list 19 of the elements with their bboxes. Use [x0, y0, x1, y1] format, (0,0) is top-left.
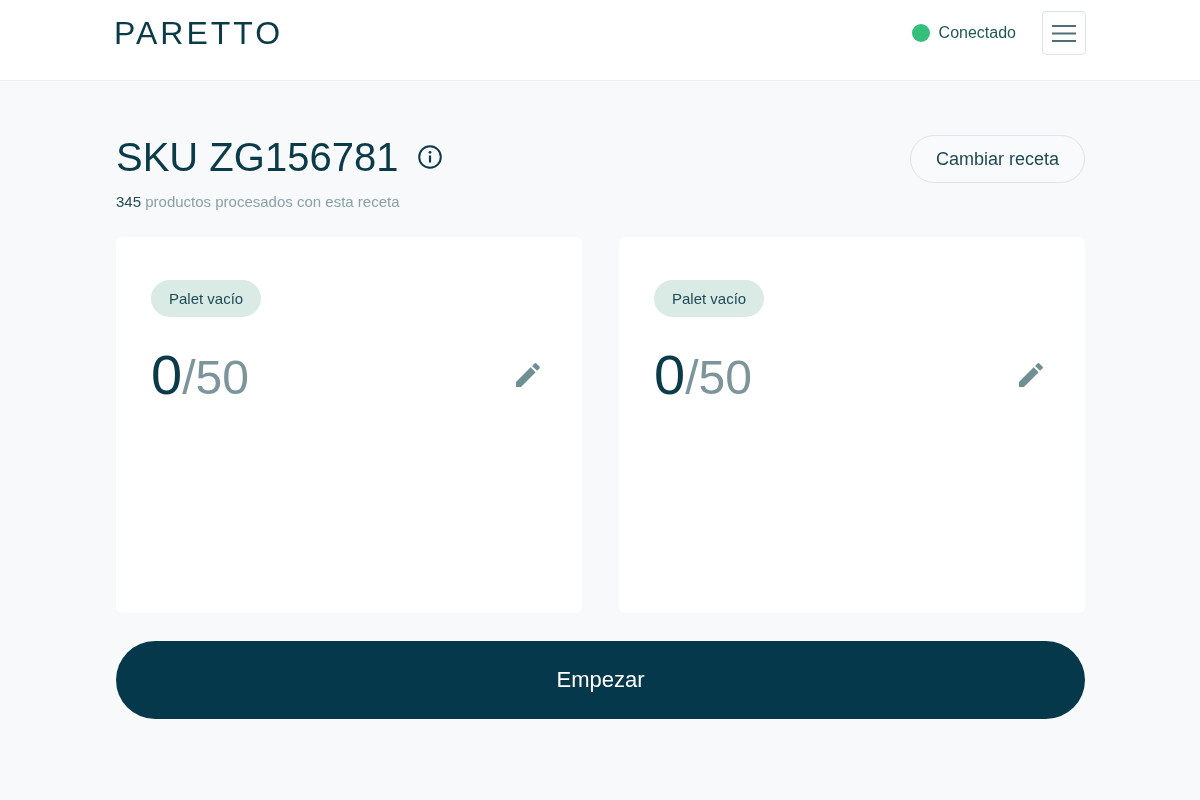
pencil-icon — [516, 363, 540, 387]
pallet-status-badge: Palet vacío — [151, 280, 262, 317]
pallet-capacity: /50 — [182, 354, 249, 402]
pallet-count: 0 — [151, 347, 183, 403]
pallet-capacity: /50 — [685, 354, 752, 402]
edit-button[interactable] — [1019, 363, 1043, 387]
info-icon[interactable] — [418, 145, 443, 169]
connection-status: Conectado — [938, 24, 1016, 42]
start-button[interactable]: Empezar — [116, 641, 1085, 719]
edit-button[interactable] — [516, 363, 540, 387]
logo: PARETTO — [114, 17, 284, 49]
pallet-count: 0 — [654, 347, 686, 403]
pencil-icon — [1019, 363, 1043, 387]
pallet-status-badge: Palet vacío — [654, 280, 765, 317]
menu-icon — [1052, 24, 1076, 42]
menu-button[interactable] — [1042, 11, 1086, 55]
sku-title: SKU ZG156781 — [116, 134, 399, 181]
processed-count-text: 345 productos procesados con esta receta — [116, 193, 401, 210]
change-recipe-button[interactable]: Cambiar receta — [909, 135, 1085, 183]
